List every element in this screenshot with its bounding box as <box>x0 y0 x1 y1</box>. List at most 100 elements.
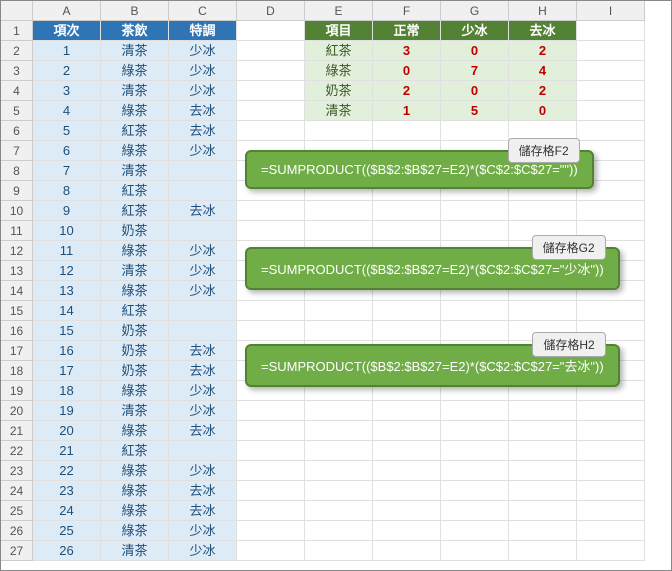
cell-H3[interactable]: 4 <box>509 61 577 81</box>
cell-G5[interactable]: 5 <box>441 101 509 121</box>
cell-E20[interactable] <box>305 401 373 421</box>
cell-C17[interactable]: 去冰 <box>169 341 237 361</box>
row-header-18[interactable]: 18 <box>1 361 33 381</box>
cell-E4[interactable]: 奶茶 <box>305 81 373 101</box>
row-header-26[interactable]: 26 <box>1 521 33 541</box>
cell-D10[interactable] <box>237 201 305 221</box>
cell-I1[interactable] <box>577 21 645 41</box>
cell-B17[interactable]: 奶茶 <box>101 341 169 361</box>
row-header-5[interactable]: 5 <box>1 101 33 121</box>
cell-E10[interactable] <box>305 201 373 221</box>
cell-B5[interactable]: 綠茶 <box>101 101 169 121</box>
cell-B24[interactable]: 綠茶 <box>101 481 169 501</box>
cell-I21[interactable] <box>577 421 645 441</box>
row-header-21[interactable]: 21 <box>1 421 33 441</box>
cell-A22[interactable]: 21 <box>33 441 101 461</box>
row-header-8[interactable]: 8 <box>1 161 33 181</box>
row-header-12[interactable]: 12 <box>1 241 33 261</box>
cell-G24[interactable] <box>441 481 509 501</box>
cell-A12[interactable]: 11 <box>33 241 101 261</box>
cell-C12[interactable]: 少冰 <box>169 241 237 261</box>
row-header-10[interactable]: 10 <box>1 201 33 221</box>
cell-D21[interactable] <box>237 421 305 441</box>
cell-C22[interactable] <box>169 441 237 461</box>
cell-B20[interactable]: 清茶 <box>101 401 169 421</box>
cell-B8[interactable]: 清茶 <box>101 161 169 181</box>
cell-E2[interactable]: 紅茶 <box>305 41 373 61</box>
cell-I23[interactable] <box>577 461 645 481</box>
cell-A6[interactable]: 5 <box>33 121 101 141</box>
cell-A25[interactable]: 24 <box>33 501 101 521</box>
cell-A16[interactable]: 15 <box>33 321 101 341</box>
cell-C21[interactable]: 去冰 <box>169 421 237 441</box>
cell-G3[interactable]: 7 <box>441 61 509 81</box>
cell-B3[interactable]: 綠茶 <box>101 61 169 81</box>
col-header-E[interactable]: E <box>305 1 373 21</box>
cell-B23[interactable]: 綠茶 <box>101 461 169 481</box>
cell-E22[interactable] <box>305 441 373 461</box>
cell-G1[interactable]: 少冰 <box>441 21 509 41</box>
cell-B14[interactable]: 綠茶 <box>101 281 169 301</box>
cell-E6[interactable] <box>305 121 373 141</box>
cell-G25[interactable] <box>441 501 509 521</box>
cell-H4[interactable]: 2 <box>509 81 577 101</box>
cell-D1[interactable] <box>237 21 305 41</box>
cell-A14[interactable]: 13 <box>33 281 101 301</box>
cell-G6[interactable] <box>441 121 509 141</box>
cell-F21[interactable] <box>373 421 441 441</box>
cell-A26[interactable]: 25 <box>33 521 101 541</box>
cell-H23[interactable] <box>509 461 577 481</box>
cell-C24[interactable]: 去冰 <box>169 481 237 501</box>
row-header-7[interactable]: 7 <box>1 141 33 161</box>
row-header-13[interactable]: 13 <box>1 261 33 281</box>
cell-I4[interactable] <box>577 81 645 101</box>
cell-E27[interactable] <box>305 541 373 561</box>
cell-A3[interactable]: 2 <box>33 61 101 81</box>
col-header-I[interactable]: I <box>577 1 645 21</box>
cell-H24[interactable] <box>509 481 577 501</box>
cell-A20[interactable]: 19 <box>33 401 101 421</box>
row-header-2[interactable]: 2 <box>1 41 33 61</box>
cell-C4[interactable]: 少冰 <box>169 81 237 101</box>
cell-F22[interactable] <box>373 441 441 461</box>
cell-G27[interactable] <box>441 541 509 561</box>
cell-D11[interactable] <box>237 221 305 241</box>
cell-G21[interactable] <box>441 421 509 441</box>
cell-E21[interactable] <box>305 421 373 441</box>
cell-D20[interactable] <box>237 401 305 421</box>
cell-H25[interactable] <box>509 501 577 521</box>
cell-H26[interactable] <box>509 521 577 541</box>
cell-E26[interactable] <box>305 521 373 541</box>
cell-B21[interactable]: 綠茶 <box>101 421 169 441</box>
cell-G26[interactable] <box>441 521 509 541</box>
row-header-15[interactable]: 15 <box>1 301 33 321</box>
cell-E3[interactable]: 綠茶 <box>305 61 373 81</box>
cell-B11[interactable]: 奶茶 <box>101 221 169 241</box>
col-header-A[interactable]: A <box>33 1 101 21</box>
col-header-D[interactable]: D <box>237 1 305 21</box>
cell-A19[interactable]: 18 <box>33 381 101 401</box>
cell-C5[interactable]: 去冰 <box>169 101 237 121</box>
cell-E1[interactable]: 項目 <box>305 21 373 41</box>
cell-B7[interactable]: 綠茶 <box>101 141 169 161</box>
cell-F1[interactable]: 正常 <box>373 21 441 41</box>
row-header-17[interactable]: 17 <box>1 341 33 361</box>
cell-C20[interactable]: 少冰 <box>169 401 237 421</box>
cell-B18[interactable]: 奶茶 <box>101 361 169 381</box>
cell-A9[interactable]: 8 <box>33 181 101 201</box>
col-header-G[interactable]: G <box>441 1 509 21</box>
cell-B27[interactable]: 清茶 <box>101 541 169 561</box>
col-header-B[interactable]: B <box>101 1 169 21</box>
cell-I25[interactable] <box>577 501 645 521</box>
cell-G16[interactable] <box>441 321 509 341</box>
cell-F25[interactable] <box>373 501 441 521</box>
cell-C25[interactable]: 去冰 <box>169 501 237 521</box>
cell-D25[interactable] <box>237 501 305 521</box>
cell-F11[interactable] <box>373 221 441 241</box>
cell-C26[interactable]: 少冰 <box>169 521 237 541</box>
cell-G10[interactable] <box>441 201 509 221</box>
cell-D4[interactable] <box>237 81 305 101</box>
cell-H20[interactable] <box>509 401 577 421</box>
cell-A1[interactable]: 項次 <box>33 21 101 41</box>
cell-A10[interactable]: 9 <box>33 201 101 221</box>
